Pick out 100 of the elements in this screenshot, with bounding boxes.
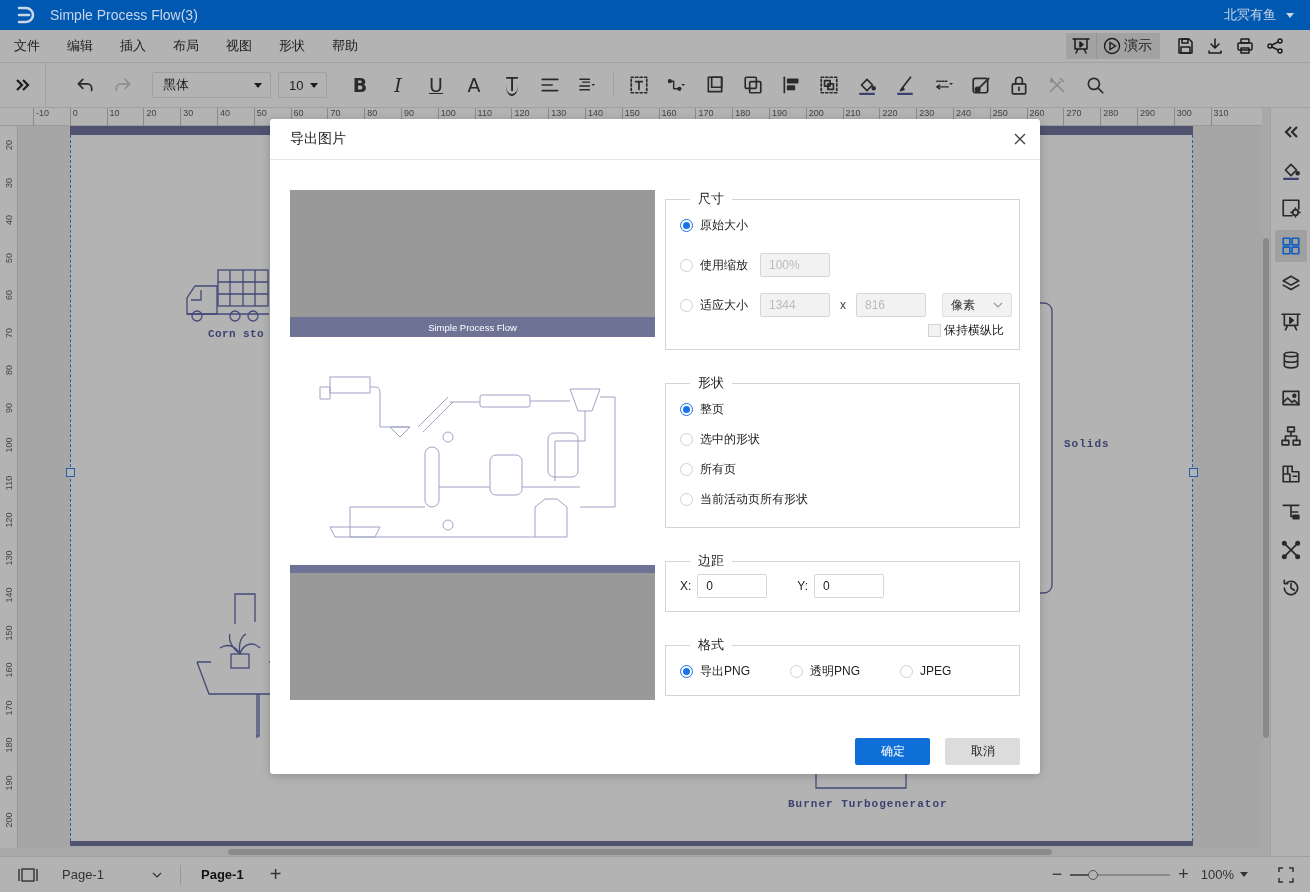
ruler-number: 80 xyxy=(4,365,14,375)
ruler-number: 110 xyxy=(4,475,14,490)
ruler-number: 90 xyxy=(4,402,14,413)
radio-button[interactable] xyxy=(680,402,693,416)
image-icon[interactable] xyxy=(1280,388,1301,408)
section-title: 格式 xyxy=(697,636,725,654)
shape-label: Solids xyxy=(1064,438,1110,450)
user-menu[interactable]: 北冥有鱼 xyxy=(1224,6,1294,24)
option-label: 当前活动页所有形状 xyxy=(700,490,808,508)
option-label: 适应大小 xyxy=(700,296,748,314)
chevron-down-icon xyxy=(152,871,162,878)
dialog-title: 导出图片 xyxy=(290,130,346,148)
cancel-button[interactable]: 取消 xyxy=(945,738,1020,765)
share-icon[interactable] xyxy=(1266,37,1284,55)
text-format-button[interactable]: A xyxy=(467,75,481,95)
group-icon[interactable] xyxy=(819,75,839,95)
preview-title: Simple Process Flow xyxy=(290,317,655,337)
margin-y-field[interactable]: 0 xyxy=(814,574,885,598)
caret-icon xyxy=(254,82,262,88)
sidebar-tab[interactable] xyxy=(1274,230,1307,262)
brush-icon[interactable] xyxy=(895,75,915,95)
radio-button[interactable] xyxy=(680,664,693,678)
window-title: Simple Process Flow(3) xyxy=(50,7,198,23)
checkbox[interactable] xyxy=(928,324,941,337)
section-title: 尺寸 xyxy=(697,190,725,208)
lock-icon[interactable] xyxy=(1009,75,1029,95)
times-sign: x xyxy=(839,298,847,312)
text-format-button[interactable]: B xyxy=(352,75,368,95)
print-icon[interactable] xyxy=(1236,37,1254,55)
menu-item[interactable]: 插入 xyxy=(120,37,146,55)
font-size-select[interactable]: 10 xyxy=(278,72,327,98)
collapse-icon[interactable] xyxy=(1282,125,1299,139)
resize-handle[interactable] xyxy=(66,468,75,477)
zoom-out-button[interactable]: − xyxy=(1051,864,1063,885)
presentation-icon[interactable] xyxy=(1072,37,1090,55)
margin-x-field[interactable]: 0 xyxy=(697,574,768,598)
option-label: 透明PNG xyxy=(810,662,861,680)
scrollbar-thumb[interactable] xyxy=(228,849,1052,855)
scrollbar-thumb[interactable] xyxy=(1263,238,1269,738)
search-icon[interactable] xyxy=(1085,75,1105,95)
save-icon[interactable] xyxy=(1176,37,1194,55)
menu-item[interactable]: 帮助 xyxy=(332,37,358,55)
option-label: 原始大小 xyxy=(700,216,748,234)
field-label: Y: xyxy=(797,579,809,593)
ruler-number: 190 xyxy=(4,775,14,790)
option-label: 所有页 xyxy=(700,460,736,478)
ruler-number: 60 xyxy=(4,290,14,300)
page-tab[interactable]: Page-1 xyxy=(195,867,250,882)
text-box-icon[interactable] xyxy=(629,75,649,95)
page-list-icon[interactable] xyxy=(18,867,38,882)
option-label: JPEG xyxy=(920,664,952,678)
bring-front-icon[interactable] xyxy=(705,75,725,95)
radio-button[interactable] xyxy=(680,218,693,232)
menu-item[interactable]: 视图 xyxy=(226,37,252,55)
menu-item[interactable]: 布局 xyxy=(173,37,199,55)
option-label: 导出PNG xyxy=(700,662,750,680)
presentation-button[interactable] xyxy=(1066,33,1097,59)
caret-icon xyxy=(1286,12,1294,18)
mind-map-icon[interactable] xyxy=(1280,540,1301,560)
outline-icon[interactable] xyxy=(1280,502,1301,522)
option-label: 整页 xyxy=(700,400,724,418)
font-select[interactable]: 黑体 xyxy=(152,72,271,98)
ruler-number: 20 xyxy=(4,140,14,150)
download-icon[interactable] xyxy=(1206,37,1224,55)
fullscreen-icon[interactable] xyxy=(1278,866,1294,883)
align-left-icon[interactable] xyxy=(781,75,801,95)
slider-thumb[interactable] xyxy=(1088,869,1099,880)
ruler-number: 200 xyxy=(4,812,14,828)
close-icon[interactable] xyxy=(1014,133,1026,145)
ruler-number: 150 xyxy=(4,625,14,640)
resize-handle[interactable] xyxy=(1189,468,1198,477)
menu-item[interactable]: 编辑 xyxy=(67,37,93,55)
zoom-select[interactable]: 100% xyxy=(1200,867,1248,882)
zoom-in-button[interactable]: + xyxy=(1178,864,1189,885)
menu-item[interactable]: 形状 xyxy=(279,37,305,55)
option-label: 使用缩放 xyxy=(700,256,748,274)
org-chart-icon[interactable] xyxy=(1280,426,1301,446)
section-title: 形状 xyxy=(697,374,725,392)
edit-shape-icon[interactable] xyxy=(971,75,991,95)
option-label: 选中的形状 xyxy=(700,430,760,448)
text-format-button[interactable]: I xyxy=(394,75,402,95)
blocks-icon[interactable] xyxy=(1280,464,1301,484)
checkbox-label: 保持横纵比 xyxy=(944,322,1004,339)
ruler-number: 120 xyxy=(4,512,14,528)
text-format-button[interactable]: T xyxy=(506,74,518,96)
ruler-number: 180 xyxy=(4,737,14,753)
add-page-button[interactable]: + xyxy=(269,863,282,886)
ruler-number: 140 xyxy=(4,587,14,603)
section-title: 边距 xyxy=(697,552,725,570)
ruler-number: 130 xyxy=(4,550,14,565)
menu-item[interactable]: 文件 xyxy=(14,37,40,55)
ruler-number: 70 xyxy=(4,327,14,338)
send-back-icon[interactable] xyxy=(743,75,763,95)
page-select[interactable]: Page-1 xyxy=(62,867,162,882)
presentation-icon[interactable] xyxy=(1280,312,1301,332)
confirm-button[interactable]: 确定 xyxy=(855,738,930,765)
caret-icon xyxy=(1240,872,1248,877)
expand-icon[interactable] xyxy=(14,78,31,92)
page-settings-icon[interactable] xyxy=(1280,198,1301,218)
text-format-button[interactable]: U xyxy=(429,75,443,95)
